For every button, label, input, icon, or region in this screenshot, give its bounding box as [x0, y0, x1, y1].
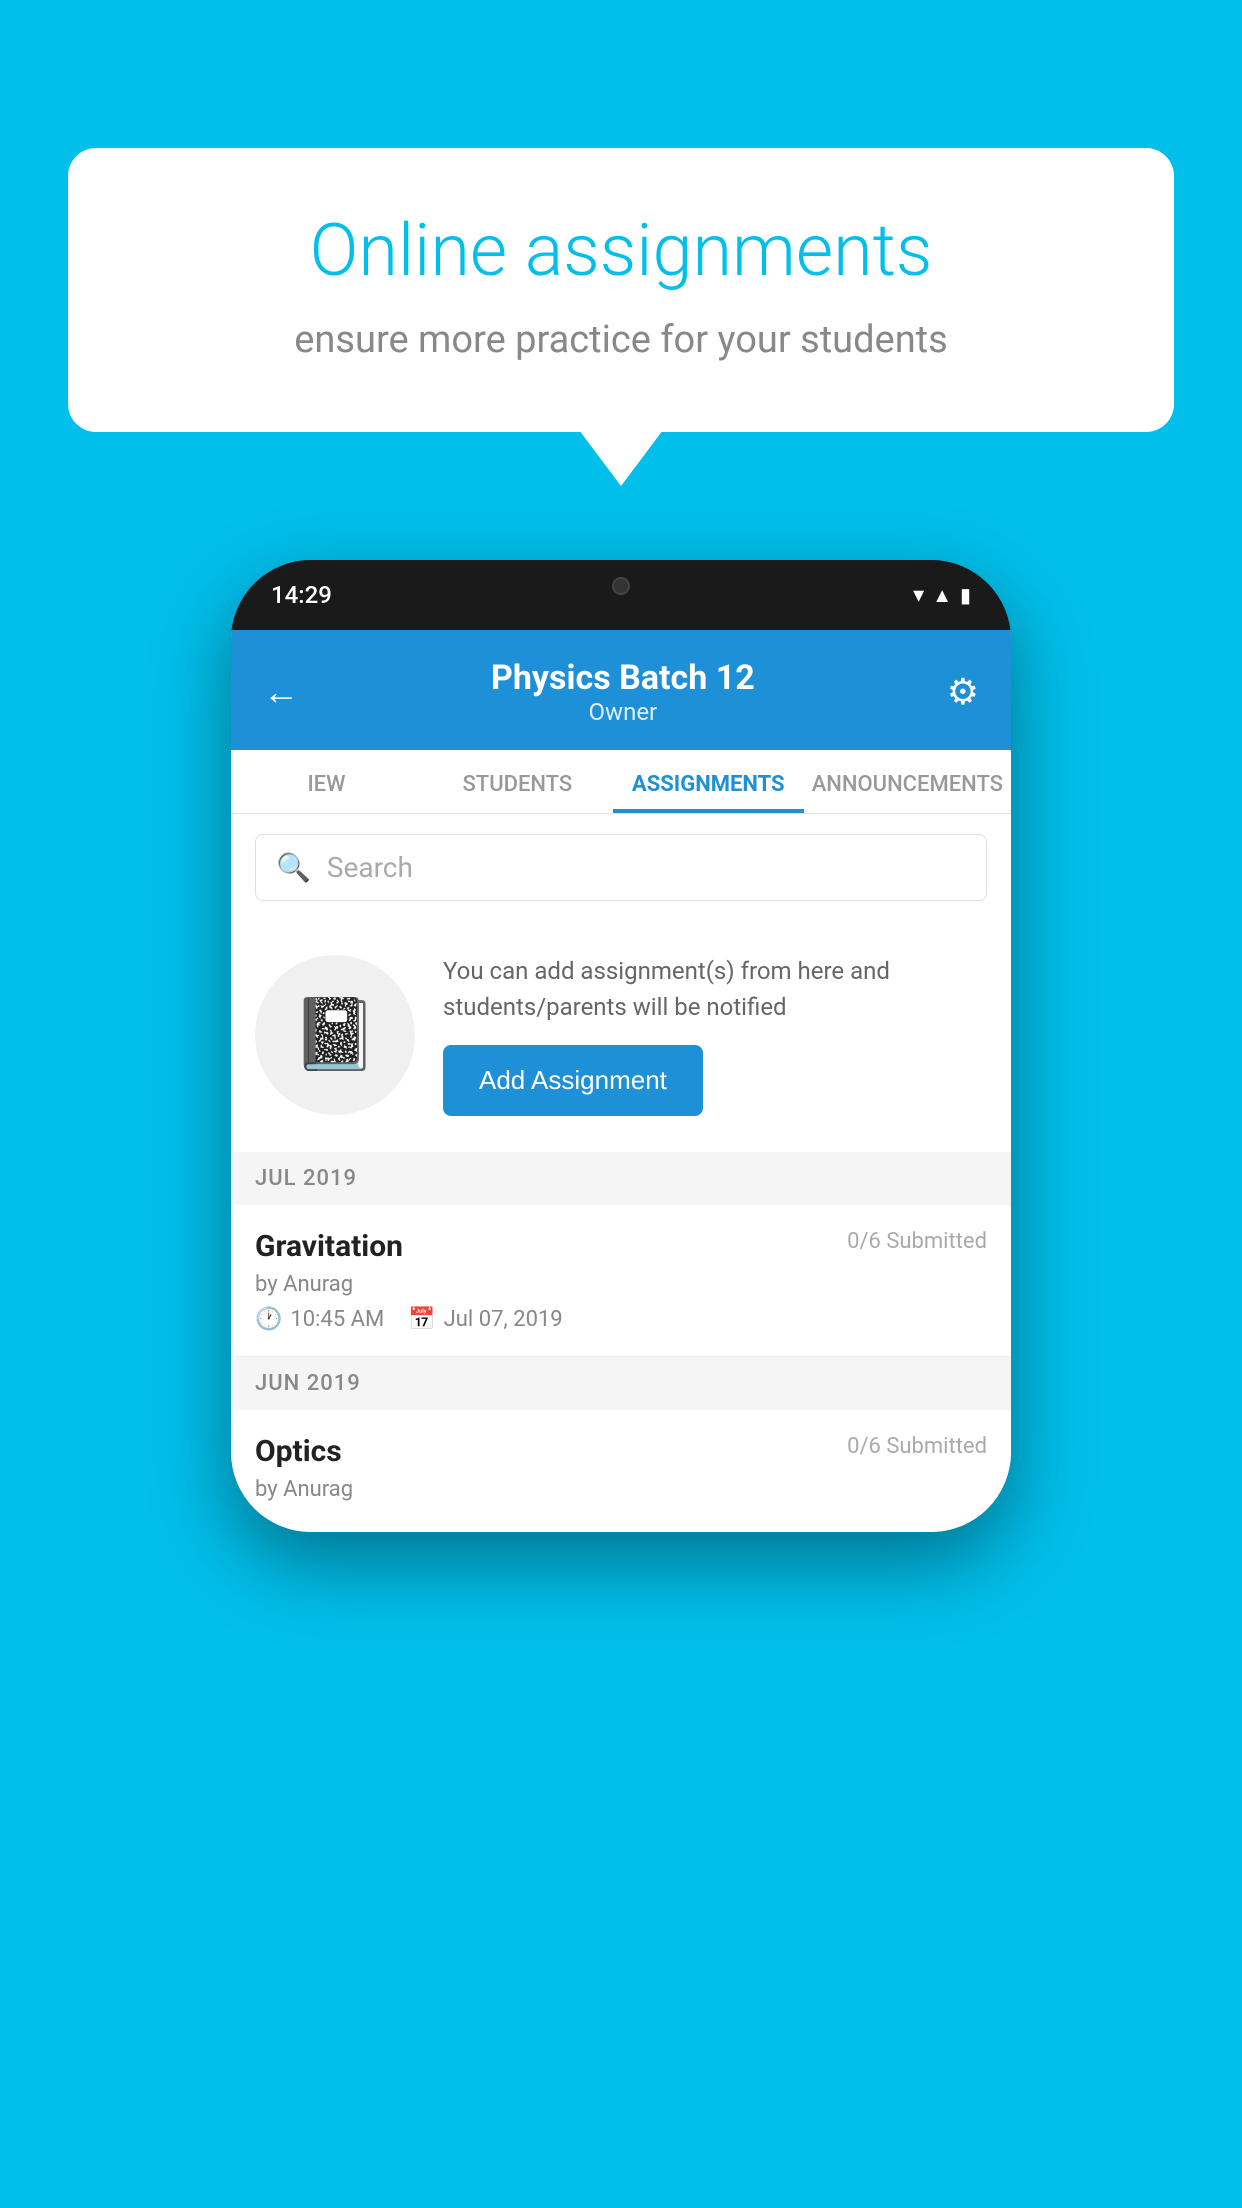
status-bar: 14:29 ▾ ▲ ▮ — [231, 560, 1011, 630]
meta-date: 📅 Jul 07, 2019 — [408, 1307, 562, 1332]
assignment-by: by Anurag — [255, 1272, 987, 1297]
assignment-top-row-optics: Optics 0/6 Submitted — [255, 1434, 987, 1469]
calendar-icon: 📅 — [408, 1307, 435, 1332]
promo-text-group: You can add assignment(s) from here and … — [443, 953, 987, 1116]
section-header-jul: JUL 2019 — [231, 1152, 1011, 1205]
signal-icon: ▲ — [932, 583, 952, 608]
assignment-by-optics: by Anurag — [255, 1477, 987, 1502]
promo-description: You can add assignment(s) from here and … — [443, 953, 987, 1025]
search-container: 🔍 Search — [231, 814, 1011, 921]
header-title-group: Physics Batch 12 Owner — [491, 658, 755, 726]
header-title: Physics Batch 12 — [491, 658, 755, 698]
speech-bubble: Online assignments ensure more practice … — [68, 148, 1174, 432]
battery-icon: ▮ — [960, 583, 971, 607]
phone-mockup: 14:29 ▾ ▲ ▮ ← Physics Batch 12 Owner ⚙ — [231, 560, 1011, 1532]
assignment-item-gravitation[interactable]: Gravitation 0/6 Submitted by Anurag 🕐 10… — [231, 1205, 1011, 1357]
back-button[interactable]: ← — [263, 671, 299, 713]
phone-camera — [612, 577, 630, 595]
speech-bubble-subtitle: ensure more practice for your students — [148, 318, 1094, 362]
notebook-icon: 📓 — [291, 994, 378, 1076]
tab-assignments[interactable]: ASSIGNMENTS — [613, 750, 804, 813]
assignment-top-row: Gravitation 0/6 Submitted — [255, 1229, 987, 1264]
assignment-item-optics[interactable]: Optics 0/6 Submitted by Anurag — [231, 1410, 1011, 1532]
assignment-submitted: 0/6 Submitted — [847, 1229, 987, 1254]
speech-bubble-container: Online assignments ensure more practice … — [68, 148, 1174, 432]
assignment-submitted-optics: 0/6 Submitted — [847, 1434, 987, 1459]
search-icon: 🔍 — [276, 851, 311, 884]
promo-block: 📓 You can add assignment(s) from here an… — [231, 921, 1011, 1152]
status-icons: ▾ ▲ ▮ — [913, 583, 971, 608]
tab-students[interactable]: STUDENTS — [422, 750, 613, 813]
assignment-date: Jul 07, 2019 — [444, 1307, 563, 1332]
add-assignment-button[interactable]: Add Assignment — [443, 1045, 703, 1116]
header-subtitle: Owner — [491, 698, 755, 726]
assignment-icon-circle: 📓 — [255, 955, 415, 1115]
meta-time: 🕐 10:45 AM — [255, 1307, 384, 1332]
phone-screen: ← Physics Batch 12 Owner ⚙ IEW STUDENTS … — [231, 630, 1011, 1532]
tab-announcements[interactable]: ANNOUNCEMENTS — [804, 750, 1011, 813]
assignment-name: Gravitation — [255, 1229, 403, 1264]
phone-frame: 14:29 ▾ ▲ ▮ ← Physics Batch 12 Owner ⚙ — [231, 560, 1011, 1532]
tab-iew[interactable]: IEW — [231, 750, 422, 813]
phone-notch — [541, 560, 701, 612]
assignment-meta: 🕐 10:45 AM 📅 Jul 07, 2019 — [255, 1307, 987, 1332]
section-header-jun: JUN 2019 — [231, 1357, 1011, 1410]
speech-bubble-title: Online assignments — [148, 208, 1094, 294]
clock-icon: 🕐 — [255, 1307, 282, 1332]
tabs-bar: IEW STUDENTS ASSIGNMENTS ANNOUNCEMENTS — [231, 750, 1011, 814]
status-time: 14:29 — [271, 581, 332, 609]
app-header: ← Physics Batch 12 Owner ⚙ — [231, 630, 1011, 750]
search-input[interactable]: Search — [327, 851, 413, 884]
assignment-name-optics: Optics — [255, 1434, 342, 1469]
assignment-time: 10:45 AM — [290, 1307, 384, 1332]
search-bar[interactable]: 🔍 Search — [255, 834, 987, 901]
wifi-icon: ▾ — [913, 583, 924, 608]
settings-icon[interactable]: ⚙ — [947, 671, 979, 713]
